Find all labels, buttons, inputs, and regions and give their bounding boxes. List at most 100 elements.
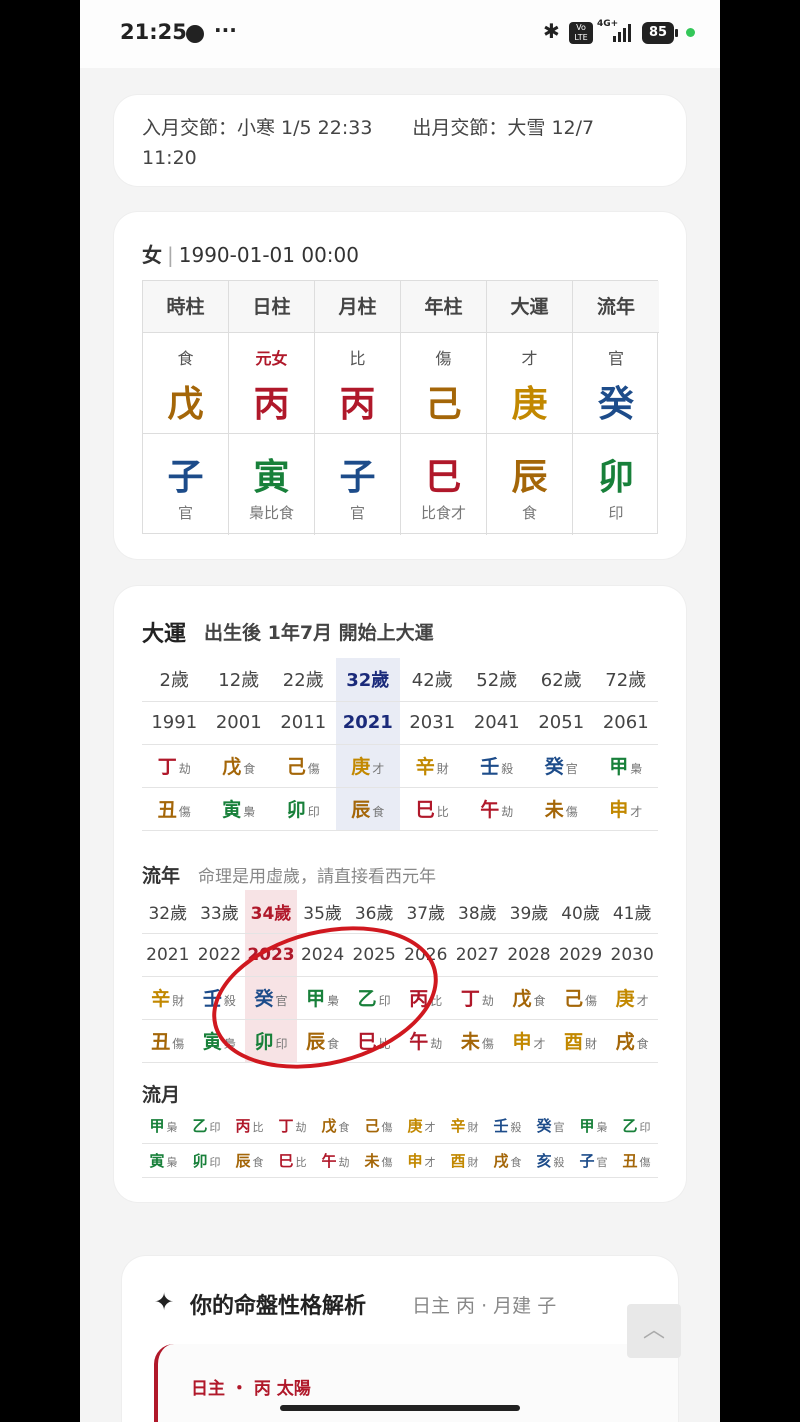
liuyue-cell[interactable]: 庚才 xyxy=(400,1109,443,1144)
dayun-cell[interactable]: 32歲 xyxy=(335,658,400,702)
liuyue-cell[interactable]: 丁劫 xyxy=(271,1109,314,1144)
liuyue-cell[interactable]: 亥殺 xyxy=(529,1143,572,1178)
home-indicator[interactable] xyxy=(280,1405,520,1411)
liunian-cell[interactable]: 午劫 xyxy=(399,1019,452,1063)
liuyue-cell[interactable]: 辰食 xyxy=(228,1143,271,1178)
liuyue-cell[interactable]: 巳比 xyxy=(271,1143,314,1178)
liunian-cell[interactable]: 癸官 xyxy=(245,976,297,1020)
liuyue-cell[interactable]: 酉財 xyxy=(443,1143,486,1178)
dayun-cell[interactable]: 丁劫 xyxy=(142,744,207,788)
liunian-cell[interactable]: 丙比 xyxy=(399,976,452,1020)
dayun-cell[interactable]: 午劫 xyxy=(464,787,529,831)
dayun-cell[interactable]: 72歲 xyxy=(593,658,658,702)
liunian-cell[interactable]: 2022 xyxy=(193,933,246,977)
liunian-cell[interactable]: 甲梟 xyxy=(296,976,349,1020)
liuyue-cell[interactable]: 丑傷 xyxy=(615,1143,658,1178)
liunian-cell[interactable]: 辰食 xyxy=(296,1019,349,1063)
liunian-cell[interactable]: 乙印 xyxy=(348,976,400,1020)
liunian-cell[interactable]: 2025 xyxy=(348,933,400,977)
liuyue-cell[interactable]: 戊食 xyxy=(314,1109,357,1144)
liuyue-cell[interactable]: 乙印 xyxy=(615,1109,658,1144)
dayun-cell[interactable]: 己傷 xyxy=(271,744,336,788)
liunian-cell[interactable]: 酉財 xyxy=(554,1019,607,1063)
liunian-cell[interactable]: 2027 xyxy=(451,933,504,977)
liuyue-cell[interactable]: 甲梟 xyxy=(142,1109,185,1144)
dayun-cell[interactable]: 寅梟 xyxy=(206,787,271,831)
liunian-cell[interactable]: 2021 xyxy=(142,933,194,977)
dayun-cell[interactable]: 1991 xyxy=(142,701,207,745)
dayun-cell[interactable]: 22歲 xyxy=(271,658,336,702)
dayun-cell[interactable]: 2001 xyxy=(206,701,271,745)
dayun-cell[interactable]: 未傷 xyxy=(529,787,594,831)
dayun-cell[interactable]: 2021 xyxy=(335,701,400,745)
liunian-cell[interactable]: 2028 xyxy=(503,933,555,977)
dayun-cell[interactable]: 丑傷 xyxy=(142,787,207,831)
dayun-cell[interactable]: 癸官 xyxy=(529,744,594,788)
liunian-cell[interactable]: 未傷 xyxy=(451,1019,504,1063)
dayun-cell[interactable]: 2041 xyxy=(464,701,529,745)
liunian-cell[interactable]: 39歲 xyxy=(503,890,555,934)
liunian-cell[interactable]: 2026 xyxy=(399,933,452,977)
dayun-cell[interactable]: 2歲 xyxy=(142,658,207,702)
dayun-cell[interactable]: 辛財 xyxy=(400,744,465,788)
liunian-cell[interactable]: 己傷 xyxy=(554,976,607,1020)
liunian-cell[interactable]: 2030 xyxy=(606,933,658,977)
liunian-cell[interactable]: 2023 xyxy=(245,933,297,977)
dayun-cell[interactable]: 12歲 xyxy=(206,658,271,702)
liuyue-cell[interactable]: 寅梟 xyxy=(142,1143,185,1178)
liunian-cell[interactable]: 庚才 xyxy=(606,976,658,1020)
dayun-cell[interactable]: 52歲 xyxy=(464,658,529,702)
dayun-cell[interactable]: 2011 xyxy=(271,701,336,745)
liunian-cell[interactable]: 2024 xyxy=(296,933,349,977)
liunian-cell[interactable]: 41歲 xyxy=(606,890,658,934)
liuyue-cell[interactable]: 卯印 xyxy=(185,1143,228,1178)
dayun-cell[interactable]: 卯印 xyxy=(271,787,336,831)
liunian-cell[interactable]: 戌食 xyxy=(606,1019,658,1063)
liunian-cell[interactable]: 37歲 xyxy=(399,890,452,934)
liuyue-cell[interactable]: 己傷 xyxy=(357,1109,400,1144)
liunian-cell[interactable]: 申才 xyxy=(503,1019,555,1063)
liunian-cell[interactable]: 戊食 xyxy=(503,976,555,1020)
dayun-cell[interactable]: 2051 xyxy=(529,701,594,745)
liuyue-cell[interactable]: 戌食 xyxy=(486,1143,529,1178)
dayun-cell[interactable]: 2031 xyxy=(400,701,465,745)
dayun-cell[interactable]: 62歲 xyxy=(529,658,594,702)
dayun-cell[interactable]: 辰食 xyxy=(335,787,400,831)
dayun-cell[interactable]: 甲梟 xyxy=(593,744,658,788)
liunian-cell[interactable]: 辛財 xyxy=(142,976,194,1020)
liunian-cell[interactable]: 寅梟 xyxy=(193,1019,246,1063)
ten-god-small: 傷 xyxy=(381,1155,393,1169)
dayun-cell[interactable]: 2061 xyxy=(593,701,658,745)
liuyue-cell[interactable]: 子官 xyxy=(572,1143,615,1178)
liunian-cell[interactable]: 38歲 xyxy=(451,890,504,934)
liuyue-cell[interactable]: 未傷 xyxy=(357,1143,400,1178)
liuyue-cell[interactable]: 壬殺 xyxy=(486,1109,529,1144)
ten-god-label: 傷 xyxy=(435,349,452,368)
liuyue-cell[interactable]: 午劫 xyxy=(314,1143,357,1178)
liunian-cell[interactable]: 32歲 xyxy=(142,890,194,934)
dayun-cell[interactable]: 壬殺 xyxy=(464,744,529,788)
liunian-cell[interactable]: 33歲 xyxy=(193,890,246,934)
liunian-cell[interactable]: 壬殺 xyxy=(193,976,246,1020)
liunian-cell[interactable]: 卯印 xyxy=(245,1019,297,1063)
liunian-cell[interactable]: 40歲 xyxy=(554,890,607,934)
dayun-cell[interactable]: 戊食 xyxy=(206,744,271,788)
liuyue-cell[interactable]: 辛財 xyxy=(443,1109,486,1144)
dayun-cell[interactable]: 巳比 xyxy=(400,787,465,831)
dayun-cell[interactable]: 申才 xyxy=(593,787,658,831)
liuyue-cell[interactable]: 甲梟 xyxy=(572,1109,615,1144)
liunian-cell[interactable]: 35歲 xyxy=(296,890,349,934)
liunian-cell[interactable]: 巳比 xyxy=(348,1019,400,1063)
liuyue-cell[interactable]: 丙比 xyxy=(228,1109,271,1144)
liunian-cell[interactable]: 36歲 xyxy=(348,890,400,934)
dayun-cell[interactable]: 42歲 xyxy=(400,658,465,702)
liunian-cell[interactable]: 丁劫 xyxy=(451,976,504,1020)
scroll-to-top-button[interactable]: ︿ xyxy=(627,1304,681,1358)
liuyue-cell[interactable]: 乙印 xyxy=(185,1109,228,1144)
liuyue-cell[interactable]: 申才 xyxy=(400,1143,443,1178)
liuyue-cell[interactable]: 癸官 xyxy=(529,1109,572,1144)
dayun-cell[interactable]: 庚才 xyxy=(335,744,400,788)
liunian-cell[interactable]: 2029 xyxy=(554,933,607,977)
liunian-cell[interactable]: 丑傷 xyxy=(142,1019,194,1063)
liunian-cell[interactable]: 34歲 xyxy=(245,890,297,934)
